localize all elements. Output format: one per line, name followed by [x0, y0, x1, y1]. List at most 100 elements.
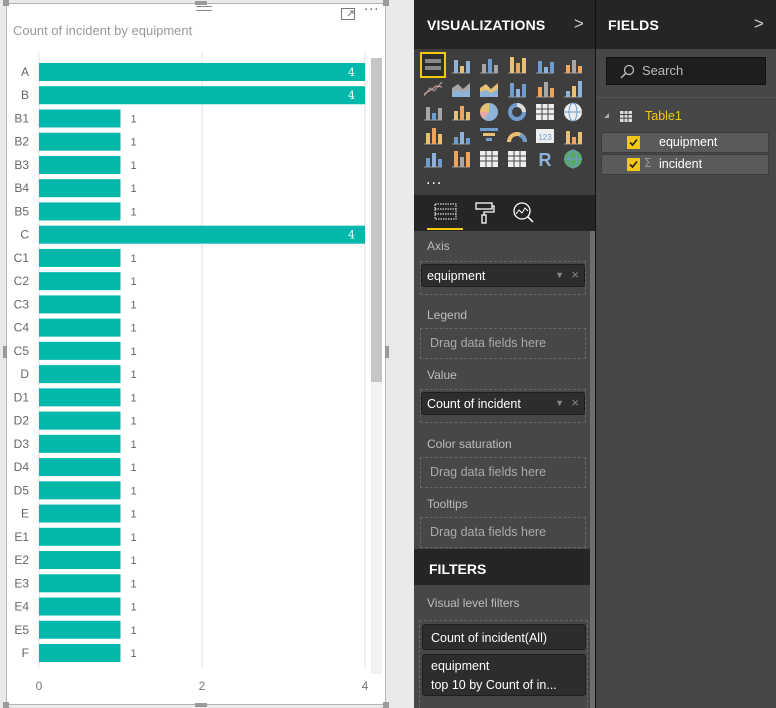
y-category-label: C4	[14, 321, 30, 335]
r-visual-icon[interactable]: R	[534, 148, 556, 170]
card-icon[interactable]: 123	[534, 125, 556, 147]
filter-card-equipment[interactable]: equipment top 10 by Count of in...	[422, 654, 586, 696]
bar	[39, 504, 121, 523]
y-category-label: E3	[14, 576, 29, 590]
data-label: 1	[131, 625, 137, 637]
value-field-pill[interactable]: Count of incident ▼ ×	[421, 392, 585, 415]
y-category-label: F	[22, 646, 29, 660]
y-category-label: C	[20, 228, 29, 242]
bar	[39, 202, 121, 221]
field-checkbox[interactable]	[627, 158, 640, 171]
data-label: 1	[131, 416, 137, 428]
data-label: 1	[131, 299, 137, 311]
color-saturation-well-label: Color saturation	[427, 437, 512, 451]
y-category-label: E	[21, 507, 29, 521]
fields-header: FIELDS >	[596, 0, 776, 49]
svg-text:R: R	[539, 150, 552, 170]
value-field-remove-icon[interactable]: ×	[571, 395, 579, 410]
line-stacked-column-chart-icon[interactable]	[506, 78, 528, 100]
field-name: equipment	[659, 135, 718, 149]
y-category-label: D	[20, 367, 29, 381]
100-stacked-column-chart-icon[interactable]	[562, 54, 584, 76]
data-label: 1	[131, 206, 137, 218]
bar	[39, 597, 121, 616]
expand-collapse-icon[interactable]	[604, 113, 609, 118]
bar-chart-visual[interactable]: ··· Count of incident by equipment 024A4…	[3, 0, 389, 708]
axis-field-pill[interactable]: equipment ▼ ×	[421, 264, 585, 287]
multi-row-card-icon[interactable]	[562, 125, 584, 147]
search-icon	[620, 64, 635, 79]
ribbon-chart-icon[interactable]	[562, 78, 584, 100]
data-label: 1	[131, 555, 137, 567]
bar	[39, 318, 121, 337]
clustered-bar-chart-icon[interactable]	[478, 54, 500, 76]
funnel-icon[interactable]	[478, 125, 500, 147]
fields-pane: FIELDS > Search Table1 equipment Σ incid…	[596, 0, 776, 708]
map-icon[interactable]	[562, 101, 584, 123]
line-chart-icon[interactable]	[422, 78, 444, 100]
gauge-icon[interactable]	[506, 125, 528, 147]
collapse-visualizations-chevron-icon[interactable]: >	[574, 14, 584, 34]
axis-field-remove-icon[interactable]: ×	[571, 267, 579, 282]
x-tick-label: 2	[199, 679, 206, 693]
filled-map-icon[interactable]	[422, 125, 444, 147]
bar	[39, 481, 121, 500]
stacked-bar-chart-icon[interactable]	[420, 52, 446, 78]
slicer-icon[interactable]	[450, 148, 472, 170]
format-tab[interactable]	[470, 199, 500, 225]
area-chart-icon[interactable]	[450, 78, 472, 100]
line-clustered-column-chart-icon[interactable]	[534, 78, 556, 100]
kpi-icon[interactable]	[422, 148, 444, 170]
y-category-label: D4	[14, 460, 30, 474]
y-category-label: E5	[14, 623, 29, 637]
globe-map-icon[interactable]	[562, 148, 584, 170]
field-item-incident[interactable]: Σ incident	[601, 154, 769, 175]
checkmark-icon	[629, 138, 638, 147]
waterfall-chart-icon[interactable]	[422, 101, 444, 123]
field-item-equipment[interactable]: equipment	[601, 132, 769, 153]
bar	[39, 551, 121, 570]
y-category-label: D5	[14, 483, 30, 497]
data-label: 1	[131, 113, 137, 125]
data-label: 1	[131, 253, 137, 265]
y-category-label: C1	[14, 251, 30, 265]
y-category-label: B1	[14, 111, 29, 125]
treemap-icon[interactable]	[534, 101, 556, 123]
visualizations-title: VISUALIZATIONS	[427, 17, 546, 33]
svg-text:123: 123	[538, 133, 552, 142]
field-checkbox[interactable]	[627, 136, 640, 149]
matrix-icon[interactable]	[506, 148, 528, 170]
analytics-tab[interactable]	[509, 199, 539, 225]
bar	[39, 574, 121, 593]
fields-search-input[interactable]: Search	[606, 57, 766, 85]
data-label: 1	[131, 276, 137, 288]
table-node-table1[interactable]: Table1	[604, 108, 764, 126]
y-category-label: B5	[14, 204, 29, 218]
y-category-label: B	[21, 88, 29, 102]
scatter-chart-icon[interactable]	[450, 101, 472, 123]
fields-tab[interactable]	[431, 199, 461, 225]
axis-well-label: Axis	[427, 239, 450, 253]
viz-tabs	[414, 195, 596, 231]
stacked-column-chart-icon[interactable]	[450, 54, 472, 76]
stacked-area-chart-icon[interactable]	[478, 78, 500, 100]
donut-chart-icon[interactable]	[506, 101, 528, 123]
pie-chart-icon[interactable]	[478, 101, 500, 123]
tooltips-well-label: Tooltips	[427, 497, 468, 511]
value-field-dropdown-icon[interactable]: ▼	[555, 398, 564, 408]
visualizations-header: VISUALIZATIONS >	[414, 0, 596, 49]
x-tick-label: 4	[362, 679, 369, 693]
shape-map-icon[interactable]	[450, 125, 472, 147]
more-visuals-button[interactable]: ...	[426, 172, 442, 188]
100-stacked-bar-chart-icon[interactable]	[534, 54, 556, 76]
data-label: 1	[131, 369, 137, 381]
collapse-fields-chevron-icon[interactable]: >	[754, 14, 764, 34]
clustered-column-chart-icon[interactable]	[506, 54, 528, 76]
filter-card-subtitle: top 10 by Count of in...	[431, 678, 557, 692]
data-label: 1	[131, 392, 137, 404]
data-label: 1	[131, 602, 137, 614]
table-icon[interactable]	[478, 148, 500, 170]
filter-card-count-of-incident[interactable]: Count of incident(All)	[422, 624, 586, 650]
data-label: 1	[131, 532, 137, 544]
axis-field-dropdown-icon[interactable]: ▼	[555, 270, 564, 280]
